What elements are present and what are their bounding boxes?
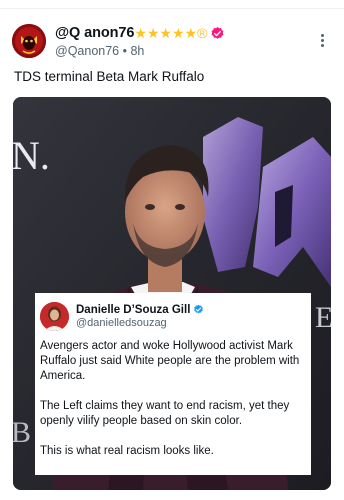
author-name-row: @Q anon76 ★★★★★® [55,24,304,42]
quoted-paragraph: This is what real racism looks like. [40,445,214,457]
backdrop-letters-right: E [315,301,331,334]
author-handle[interactable]: @Qanon76 [55,44,119,58]
top-divider [0,8,344,9]
quoted-post-text: Avengers actor and woke Hollywood activi… [40,339,303,459]
star-decorations: ★★★★★® [134,25,208,41]
post-media-image[interactable]: N. E B Danielle D’Souza Gill @danielleds… [13,97,331,490]
quoted-author-name[interactable]: Danielle D’Souza Gill [76,304,190,316]
quoted-post-header: Danielle D’Souza Gill @danielledsouzag [40,300,303,332]
quoted-paragraph: The Left claims they want to end racism,… [40,400,290,427]
post-text: TDS terminal Beta Mark Ruffalo [14,69,205,84]
verified-badge-icon [211,26,224,39]
quoted-post-card[interactable]: Danielle D’Souza Gill @danielledsouzag A… [35,293,311,475]
quoted-author-handle[interactable]: @danielledsouzag [76,317,204,329]
backdrop-letters-left: N. [13,133,50,178]
author-avatar[interactable] [12,24,46,58]
quoted-author-avatar[interactable] [40,301,69,331]
backdrop-letters-bottom-left: B [13,416,31,449]
author-display-name[interactable]: @Q anon76 [55,25,134,41]
quoted-paragraph: Avengers actor and woke Hollywood activi… [40,340,300,382]
more-vertical-icon[interactable] [319,34,325,50]
post-timestamp[interactable]: 8h [130,44,144,58]
meta-separator: • [122,44,127,58]
author-meta: @Qanon76 • 8h [55,44,304,58]
quoted-verified-badge-icon [194,304,204,314]
post-header: @Q anon76 ★★★★★® @Qanon76 • 8h [55,24,304,58]
